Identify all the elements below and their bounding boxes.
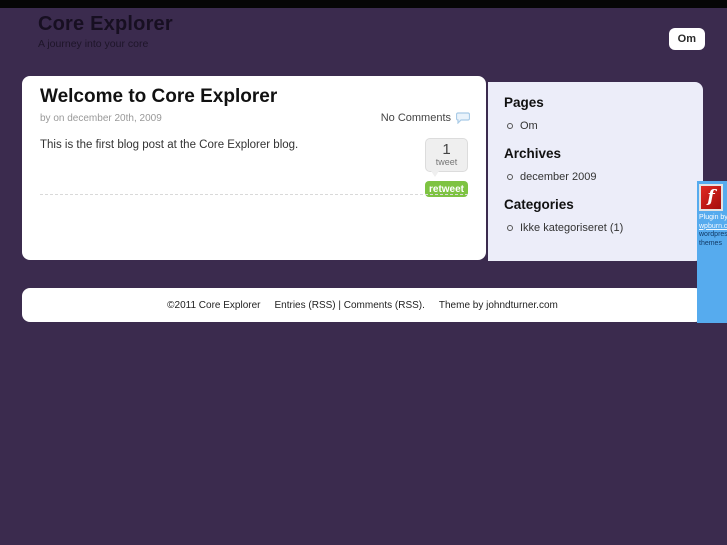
site-tagline: A journey into your core (38, 38, 149, 50)
footer-entries-rss-link[interactable]: Entries (RSS) (274, 300, 335, 311)
site-title[interactable]: Core Explorer (38, 13, 173, 36)
no-comments-label: No Comments (380, 112, 451, 124)
plugin-by-label: Plugin by (699, 214, 727, 221)
tweet-widget: 1 tweet retweet (425, 138, 468, 197)
sidebar-list-categories: Ikke kategoriseret (1) (504, 221, 687, 235)
sidebar-item-uncategorized[interactable]: Ikke kategoriseret (1) (504, 221, 687, 235)
no-comments-link[interactable]: No Comments (381, 112, 470, 124)
footer-copyright: ©2011 Core Explorer (167, 299, 261, 311)
post-body-text: This is the first blog post at the Core … (40, 139, 299, 151)
post-title[interactable]: Welcome to Core Explorer (40, 86, 277, 108)
top-black-bar (0, 0, 727, 8)
wpburn-link[interactable]: wpburn.com (699, 223, 727, 232)
tweet-count-label: tweet (435, 157, 458, 167)
page-root: { "header": { "site_title": "Core Explor… (0, 0, 727, 545)
wpburn-plugin-widget: f Plugin by wpburn.com wordpress themes (697, 181, 727, 323)
post-divider (40, 194, 468, 195)
sidebar-list-archives: december 2009 (504, 170, 687, 184)
footer-bar: ©2011 Core Explorer Entries (RSS) | Comm… (22, 288, 703, 322)
sidebar-heading-archives: Archives (504, 146, 562, 161)
footer-theme-credit: Theme by (438, 299, 487, 311)
footer-theme-link[interactable]: johndturner.com (486, 300, 558, 311)
post-byline: by on december 20th, 2009 (40, 113, 162, 124)
sidebar-list-pages: Om (504, 119, 687, 133)
footer-separator: | (335, 299, 344, 311)
footer-comments-rss-link[interactable]: Comments (RSS). (344, 300, 425, 311)
comment-bubble-icon (456, 112, 470, 124)
sidebar-item-december-2009[interactable]: december 2009 (504, 170, 687, 184)
nav-om-button[interactable]: Om (668, 28, 705, 50)
tweet-count: 1 (442, 141, 451, 158)
wordpress-link[interactable]: wordpress (699, 231, 727, 240)
sidebar-heading-categories: Categories (504, 197, 574, 212)
tweet-count-box: 1 tweet (425, 138, 468, 177)
sidebar-heading-pages: Pages (504, 95, 544, 110)
plugin-credit-text: Plugin by wpburn.com wordpress themes (699, 214, 727, 248)
flash-plugin-icon[interactable]: f (699, 184, 723, 211)
sidebar: Pages Om Archives december 2009 Categori… (488, 82, 703, 261)
themes-link[interactable]: themes (699, 240, 727, 249)
sidebar-item-om[interactable]: Om (504, 119, 687, 133)
post-card: Welcome to Core Explorer by on december … (22, 76, 486, 260)
